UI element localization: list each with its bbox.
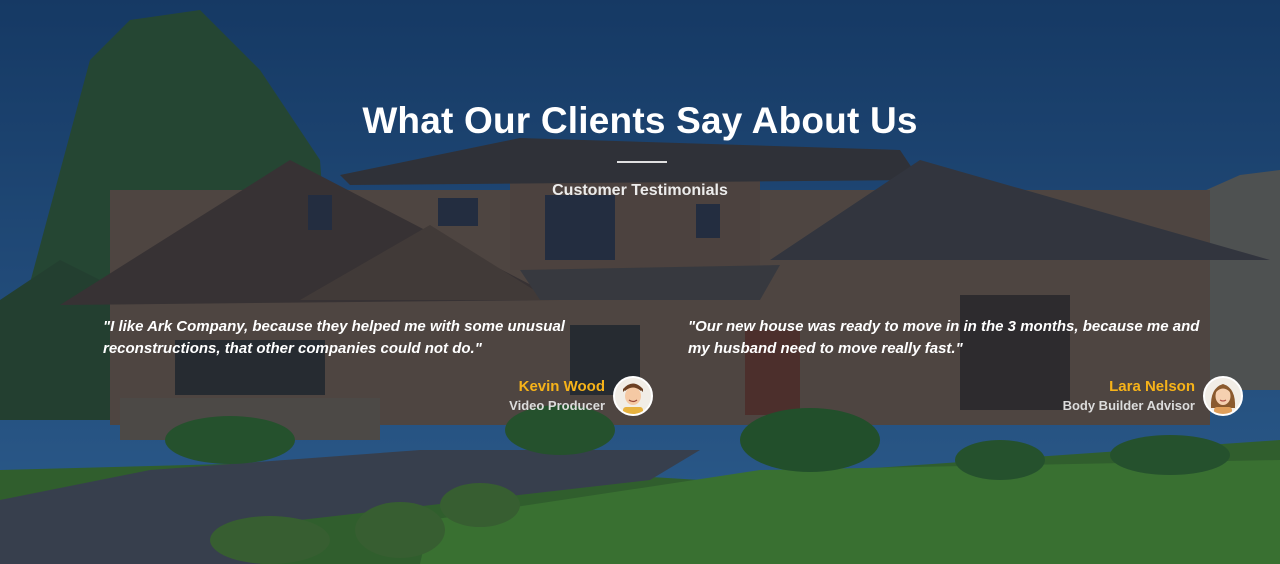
testimonial-quote: "Our new house was ready to move in in t… xyxy=(688,318,1200,357)
author-avatar xyxy=(1203,376,1243,416)
author-role: Video Producer xyxy=(509,398,605,413)
dark-overlay xyxy=(0,0,1280,564)
testimonial-author: Lara Nelson Body Builder Advisor xyxy=(1063,376,1243,416)
testimonial-card-1: "I like Ark Company, because they helped… xyxy=(103,316,653,416)
testimonial-author: Kevin Wood Video Producer xyxy=(509,376,653,416)
section-title: What Our Clients Say About Us xyxy=(362,100,918,141)
testimonial-quote: "I like Ark Company, because they helped… xyxy=(103,318,565,357)
section-subtitle: Customer Testimonials xyxy=(552,182,728,199)
author-avatar xyxy=(613,376,653,416)
male-avatar-icon xyxy=(615,378,651,414)
author-role: Body Builder Advisor xyxy=(1062,398,1195,413)
author-name[interactable]: Lara Nelson xyxy=(1063,377,1195,397)
female-avatar-icon xyxy=(1205,378,1241,414)
title-divider xyxy=(617,161,667,163)
testimonial-card-2: "Our new house was ready to move in in t… xyxy=(688,316,1243,416)
author-name[interactable]: Kevin Wood xyxy=(509,377,605,397)
